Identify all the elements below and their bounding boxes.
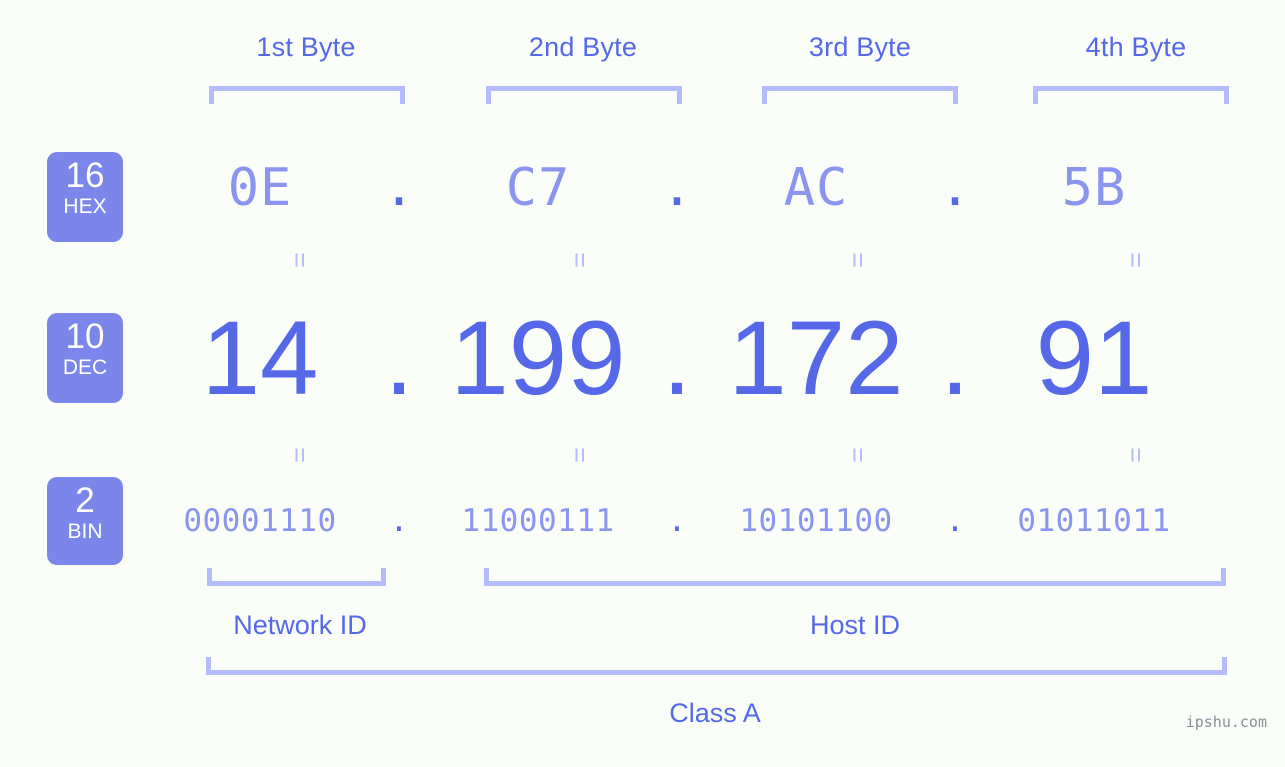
hex-separator-1: . [383, 158, 415, 218]
ip-byte-breakdown-diagram: 1st Byte 2nd Byte 3rd Byte 4th Byte 16 H… [0, 0, 1285, 767]
dec-octet-1: 14 [201, 300, 319, 417]
byte-header-1: 1st Byte [256, 32, 356, 62]
bin-octet-1: 00001110 [183, 503, 337, 539]
equals-mark-dec-bin-2: = [565, 447, 595, 463]
byte-header-2: 2nd Byte [528, 32, 638, 62]
hex-value-row: 0E . C7 . AC . 5B [150, 150, 1270, 226]
decimal-value-row: 14 . 199 . 172 . 91 [150, 300, 1270, 418]
equals-mark-hex-dec-4: = [1121, 252, 1151, 268]
network-id-label: Network ID [233, 610, 367, 640]
site-watermark: ipshu.com [1185, 713, 1267, 731]
hex-octet-3: AC [783, 158, 849, 218]
radix-badge-dec-number: 10 [65, 317, 105, 356]
equals-mark-dec-bin-4: = [1121, 447, 1151, 463]
bin-separator-2: . [667, 503, 687, 539]
byte-bracket-2 [486, 86, 682, 104]
binary-value-row: 00001110 . 11000111 . 10101100 . 0101101… [150, 492, 1270, 550]
hex-octet-1: 0E [227, 158, 293, 218]
bin-octet-2: 11000111 [461, 503, 615, 539]
bin-separator-3: . [945, 503, 965, 539]
equals-mark-dec-bin-3: = [843, 447, 873, 463]
radix-badge-dec: 10 DEC [47, 313, 123, 403]
dec-octet-2: 199 [450, 300, 626, 417]
radix-badge-dec-abbr: DEC [62, 356, 108, 379]
dec-separator-2: . [662, 300, 692, 417]
bin-octet-4: 01011011 [1017, 503, 1171, 539]
equals-mark-hex-dec-3: = [843, 252, 873, 268]
host-id-label: Host ID [809, 610, 901, 640]
equals-mark-hex-dec-2: = [565, 252, 595, 268]
byte-bracket-3 [762, 86, 958, 104]
radix-badge-hex: 16 HEX [47, 152, 123, 242]
equals-mark-dec-bin-1: = [285, 447, 315, 463]
host-id-bracket [484, 568, 1226, 586]
byte-bracket-1 [209, 86, 405, 104]
radix-badge-bin: 2 BIN [47, 477, 123, 565]
dec-octet-3: 172 [728, 300, 904, 417]
network-id-bracket [207, 568, 386, 586]
hex-separator-3: . [939, 158, 971, 218]
dec-separator-1: . [384, 300, 414, 417]
radix-badge-hex-abbr: HEX [63, 195, 107, 218]
radix-badge-hex-number: 16 [65, 156, 105, 195]
hex-separator-2: . [661, 158, 693, 218]
bin-octet-3: 10101100 [739, 503, 893, 539]
hex-octet-4: 5B [1061, 158, 1127, 218]
dec-octet-4: 91 [1035, 300, 1153, 417]
radix-badge-bin-number: 2 [75, 481, 95, 520]
bin-separator-1: . [389, 503, 409, 539]
byte-header-3: 3rd Byte [808, 32, 912, 62]
equals-mark-hex-dec-1: = [285, 252, 315, 268]
dec-separator-3: . [940, 300, 970, 417]
byte-bracket-4 [1033, 86, 1229, 104]
hex-octet-2: C7 [505, 158, 571, 218]
radix-badge-bin-abbr: BIN [67, 520, 103, 543]
class-label: Class A [669, 698, 761, 728]
byte-header-4: 4th Byte [1085, 32, 1187, 62]
class-bracket [206, 657, 1227, 675]
